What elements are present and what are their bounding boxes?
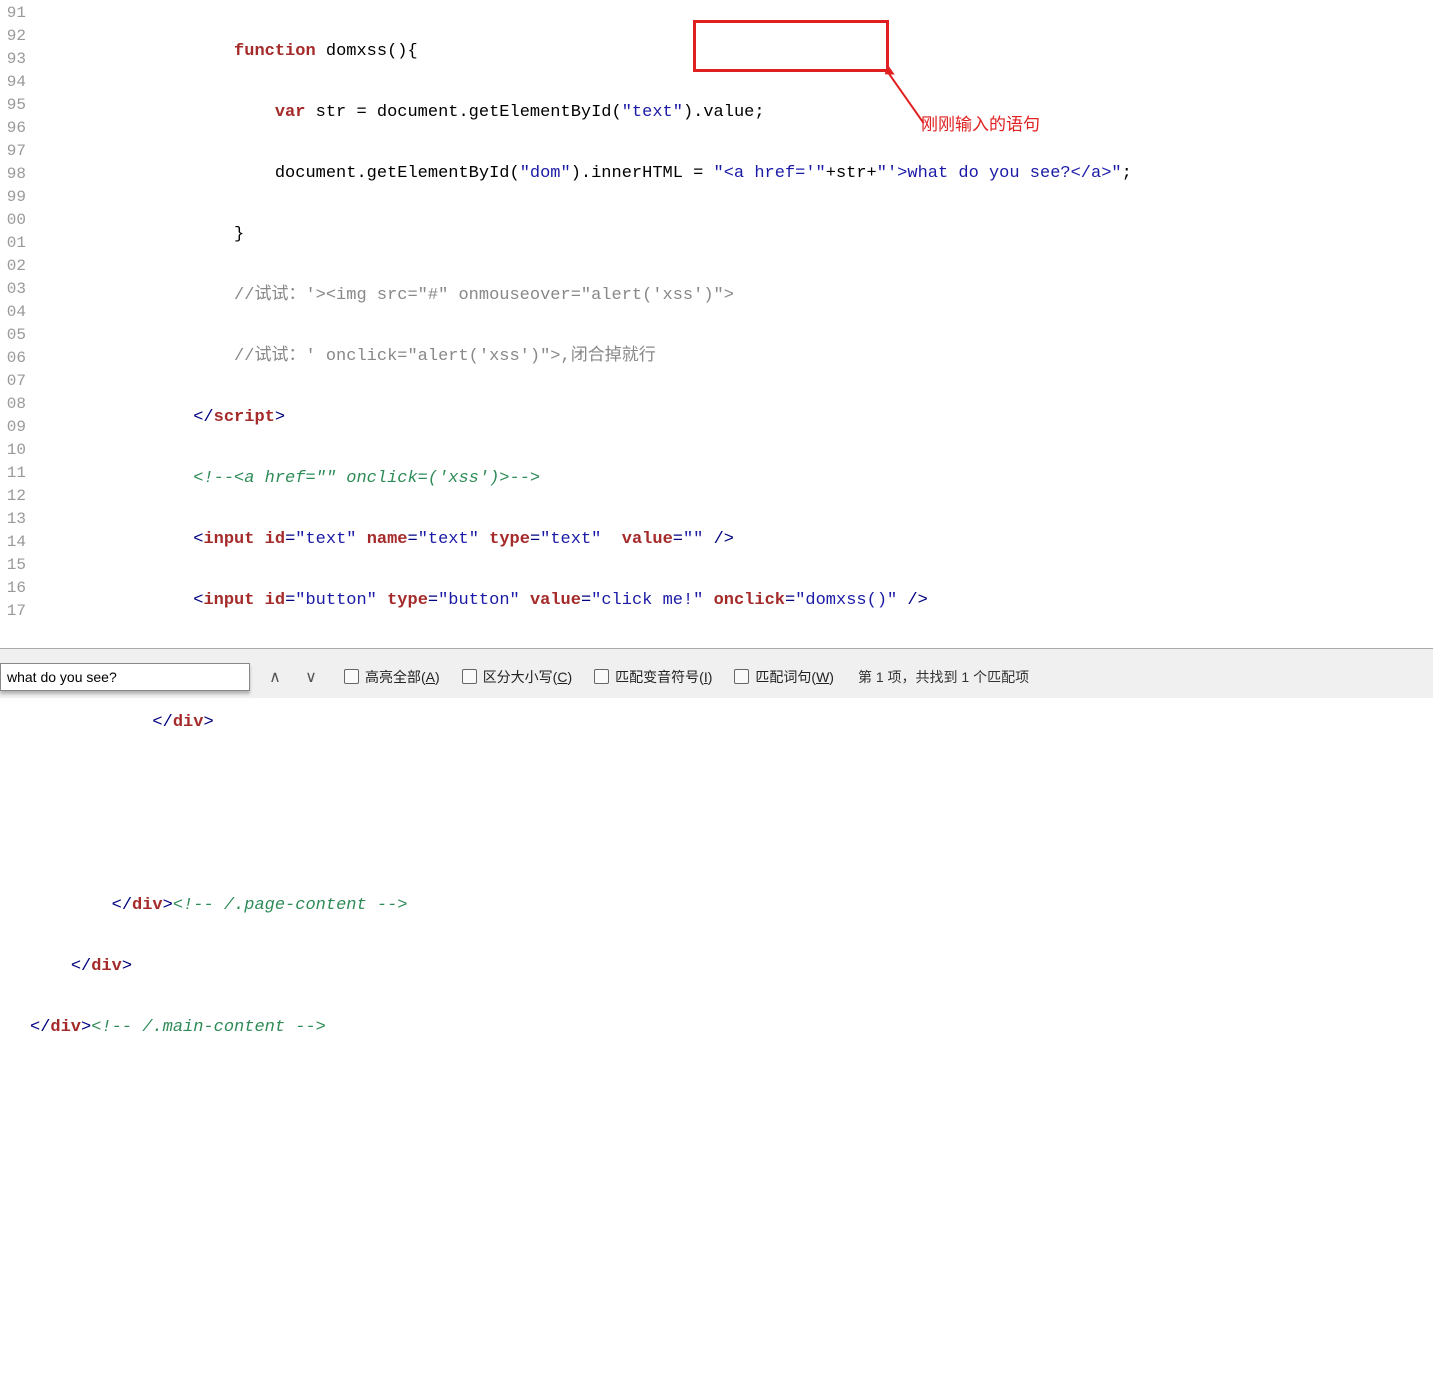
line-number: 16: [0, 577, 28, 600]
find-bar: ∧ ∨ 高亮全部(A) 区分大小写(C) 匹配变音符号(I) 匹配词句(W) 第…: [0, 648, 1433, 698]
line-number: 02: [0, 255, 28, 278]
line-number: 07: [0, 370, 28, 393]
line-number: 10: [0, 439, 28, 462]
line-number: 91: [0, 2, 28, 25]
line-number: 98: [0, 163, 28, 186]
line-number: 06: [0, 347, 28, 370]
line-number: 15: [0, 554, 28, 577]
checkbox-icon: [462, 669, 477, 684]
code-editor[interactable]: 9192939495969798990001020304050607080910…: [0, 0, 1433, 648]
find-next-button[interactable]: ∨: [300, 666, 322, 688]
find-result-text: 第 1 项，共找到 1 个匹配项: [858, 667, 1029, 687]
line-number: 95: [0, 94, 28, 117]
checkbox-icon: [344, 669, 359, 684]
line-number: 99: [0, 186, 28, 209]
line-number: 04: [0, 301, 28, 324]
line-number: 93: [0, 48, 28, 71]
highlight-all-label: 高亮全部(A): [365, 667, 440, 687]
whole-words-label: 匹配词句(W): [755, 667, 834, 687]
match-case-label: 区分大小写(C): [483, 667, 572, 687]
line-number: 97: [0, 140, 28, 163]
match-case-checkbox[interactable]: 区分大小写(C): [462, 667, 572, 687]
diacritics-label: 匹配变音符号(I): [615, 667, 712, 687]
line-number: 00: [0, 209, 28, 232]
checkbox-icon: [734, 669, 749, 684]
line-number: 08: [0, 393, 28, 416]
line-number-gutter: 9192939495969798990001020304050607080910…: [0, 0, 28, 623]
whole-words-checkbox[interactable]: 匹配词句(W): [734, 667, 834, 687]
line-number: 05: [0, 324, 28, 347]
line-number: 11: [0, 462, 28, 485]
line-number: 13: [0, 508, 28, 531]
line-number: 12: [0, 485, 28, 508]
line-number: 09: [0, 416, 28, 439]
line-number: 96: [0, 117, 28, 140]
line-number: 17: [0, 600, 28, 623]
code-content[interactable]: function domxss(){ var str = document.ge…: [30, 0, 1132, 1396]
highlight-all-checkbox[interactable]: 高亮全部(A): [344, 667, 440, 687]
find-prev-button[interactable]: ∧: [264, 666, 286, 688]
line-number: 14: [0, 531, 28, 554]
line-number: 94: [0, 71, 28, 94]
checkbox-icon: [594, 669, 609, 684]
line-number: 03: [0, 278, 28, 301]
find-input[interactable]: [0, 663, 250, 691]
line-number: 92: [0, 25, 28, 48]
diacritics-checkbox[interactable]: 匹配变音符号(I): [594, 667, 712, 687]
line-number: 01: [0, 232, 28, 255]
